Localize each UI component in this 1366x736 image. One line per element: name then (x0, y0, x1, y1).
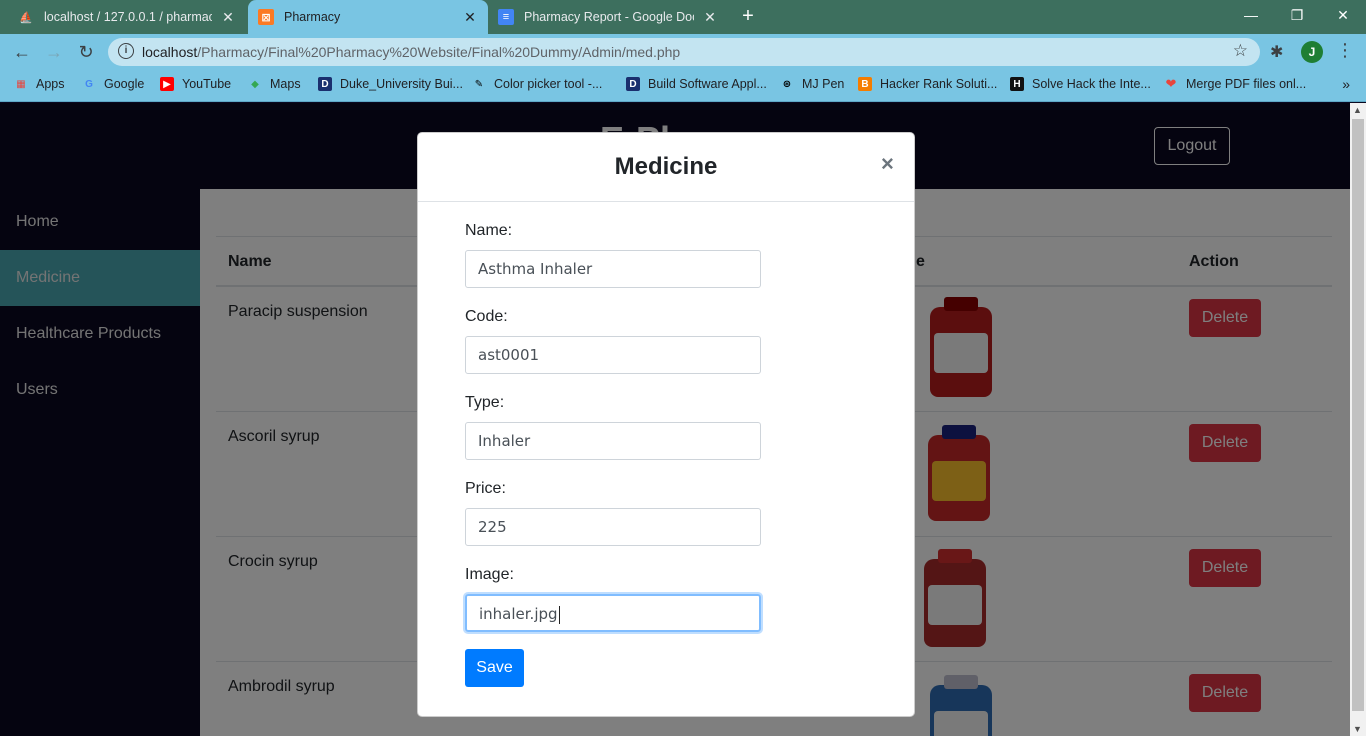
url-path: /Pharmacy/Final%20Pharmacy%20Website/Fin… (197, 44, 681, 60)
url-text[interactable]: localhost/Pharmacy/Final%20Pharmacy%20We… (142, 44, 680, 60)
bookmark-maps[interactable]: ◆ Maps (248, 77, 301, 91)
duke-icon: D (626, 77, 640, 91)
xampp-icon: ⊠ (258, 9, 274, 25)
tab-title: Pharmacy (284, 10, 341, 24)
maps-pin-icon: ◆ (251, 78, 259, 90)
forward-arrow-icon[interactable]: → (42, 40, 66, 64)
youtube-icon: ▶ (160, 77, 174, 91)
bookmark-duke[interactable]: D Duke_University Bui... (318, 77, 463, 91)
bookmark-label: Google (104, 77, 145, 91)
back-arrow-icon[interactable]: ← (10, 40, 34, 64)
image-input[interactable]: inhaler.jpg (465, 594, 761, 632)
tab-pharmacy[interactable]: ⊠ Pharmacy ✕ (248, 0, 488, 34)
scrollbar-thumb[interactable] (1352, 119, 1364, 711)
name-label: Name: (465, 222, 513, 239)
bookmark-apps[interactable]: ▦ Apps (14, 77, 65, 91)
color-picker-icon: ✎ (474, 78, 484, 90)
image-input-value: inhaler.jpg (479, 605, 558, 623)
tab-google-docs[interactable]: ≡ Pharmacy Report - Google Docs ✕ (488, 0, 728, 34)
tab-title: localhost / 127.0.0.1 / pharmacy / (44, 10, 212, 24)
info-icon[interactable]: i (118, 43, 134, 59)
code-input[interactable]: ast0001 (465, 336, 761, 374)
close-icon[interactable]: × (881, 151, 894, 177)
code-label: Code: (465, 308, 508, 325)
apps-grid-icon: ▦ (16, 78, 26, 90)
scroll-up-arrow-icon[interactable]: ▲ (1353, 105, 1362, 115)
bookmark-merge-pdf[interactable]: ❤ Merge PDF files onl... (1164, 76, 1307, 91)
type-input[interactable]: Inhaler (465, 422, 761, 460)
mj-pen-icon: ⊛ (782, 78, 792, 90)
price-input[interactable]: 225 (465, 508, 761, 546)
bookmark-mj-pen[interactable]: ⊛ MJ Pen (780, 77, 845, 91)
medicine-modal: Medicine × Name: Asthma Inhaler Code: as… (417, 132, 915, 717)
close-icon[interactable]: ✕ (462, 9, 478, 26)
browser-tab-strip: ⛵ localhost / 127.0.0.1 / pharmacy / ✕ ⊠… (0, 0, 1366, 34)
modal-header: Medicine × (418, 133, 914, 202)
image-label: Image: (465, 566, 514, 583)
google-docs-icon: ≡ (498, 9, 514, 25)
bookmark-solve-hack[interactable]: H Solve Hack the Inte... (1010, 77, 1151, 91)
close-window-button[interactable]: ✕ (1320, 0, 1366, 30)
modal-title: Medicine (614, 153, 718, 180)
tab-title: Pharmacy Report - Google Docs (524, 10, 694, 24)
phpmyadmin-icon: ⛵ (19, 11, 33, 24)
bookmark-build-software[interactable]: D Build Software Appl... (626, 77, 767, 91)
browser-menu-icon[interactable]: ⋮ (1336, 40, 1354, 61)
bookmark-label: Color picker tool -... (494, 77, 603, 91)
bookmark-star-icon[interactable]: ☆ (1233, 41, 1248, 61)
heart-icon: ❤ (1165, 76, 1177, 91)
bookmark-label: Maps (270, 77, 301, 91)
bookmark-label: Hacker Rank Soluti... (880, 77, 998, 91)
close-icon[interactable]: ✕ (702, 9, 718, 26)
type-label: Type: (465, 394, 505, 411)
browser-toolbar: ← → ↻ i localhost/Pharmacy/Final%20Pharm… (0, 34, 1366, 70)
url-host: localhost (142, 44, 198, 60)
page-scrollbar[interactable]: ▲ ▼ (1350, 103, 1366, 736)
name-input[interactable]: Asthma Inhaler (465, 250, 761, 288)
new-tab-button[interactable]: + (736, 5, 760, 29)
bookmark-label: Build Software Appl... (648, 77, 767, 91)
reload-icon[interactable]: ↻ (74, 40, 98, 64)
tab-phpmyadmin[interactable]: ⛵ localhost / 127.0.0.1 / pharmacy / ✕ (8, 0, 246, 34)
google-icon: G (85, 78, 93, 90)
address-bar[interactable]: i localhost/Pharmacy/Final%20Pharmacy%20… (108, 38, 1260, 66)
web-page: E-Pharma Logout Home Medicine Healthcare… (0, 103, 1350, 736)
duke-icon: D (318, 77, 332, 91)
bookmark-google[interactable]: G Google (82, 77, 144, 91)
bookmark-hacker-rank[interactable]: B Hacker Rank Soluti... (858, 77, 997, 91)
bookmark-youtube[interactable]: ▶ YouTube (160, 77, 231, 91)
bookmark-label: Solve Hack the Inte... (1032, 77, 1151, 91)
minimize-button[interactable]: — (1228, 0, 1274, 30)
text-caret (558, 605, 560, 624)
bookmark-label: YouTube (182, 77, 232, 91)
restore-button[interactable]: ❐ (1274, 0, 1320, 30)
bookmarks-bar: ▦ Apps G Google ▶ YouTube ◆ Maps D Duke_Unive… (0, 70, 1366, 102)
save-button[interactable]: Save (465, 649, 524, 687)
bookmark-label: Duke_University Bui... (340, 77, 463, 91)
profile-avatar[interactable]: J (1301, 41, 1323, 63)
bookmark-label: Apps (36, 77, 65, 91)
price-label: Price: (465, 480, 506, 497)
scroll-down-arrow-icon[interactable]: ▼ (1353, 724, 1362, 734)
extensions-puzzle-icon[interactable]: ✱ (1270, 42, 1283, 62)
close-icon[interactable]: ✕ (220, 9, 236, 26)
hackerearth-icon: H (1010, 77, 1024, 91)
bookmark-label: Merge PDF files onl... (1186, 77, 1307, 91)
bookmarks-overflow-icon[interactable]: » (1342, 76, 1350, 92)
blogger-icon: B (858, 77, 872, 91)
bookmark-label: MJ Pen (802, 77, 845, 91)
bookmark-color-picker[interactable]: ✎ Color picker tool -... (472, 77, 603, 91)
